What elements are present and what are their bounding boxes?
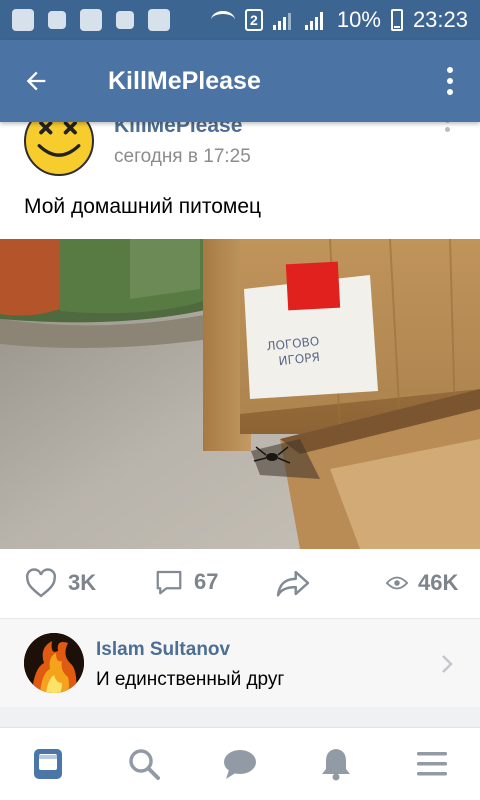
eye-icon [386,576,408,590]
back-arrow-icon [26,71,46,91]
signal-icon-2 [304,10,327,30]
notification-icon [12,9,34,31]
search-icon [129,749,160,780]
alert-icon [80,9,102,31]
news-icon [34,749,62,779]
heart-icon [25,568,57,598]
nav-news[interactable] [26,742,70,786]
comment-preview[interactable]: Islam Sultanov И единственный друг [0,619,480,707]
messages-icon [224,750,256,779]
sim-badge: 2 [244,9,263,31]
comment-text: И единственный друг [96,669,285,690]
image-icon [148,9,170,31]
like-count: 3K [68,570,97,595]
nav-messages[interactable] [218,742,262,786]
comment-icon [156,570,182,595]
back-button[interactable] [0,40,72,122]
post-actions: 3K 67 46K [0,556,480,612]
notifications-icon [322,749,350,781]
views: 46K [386,570,458,596]
status-system: 2 10% 23:23 [210,7,468,33]
nav-search[interactable] [122,742,166,786]
app-bar: KillMePlease [0,40,480,122]
dot-icon [447,78,453,84]
status-notifications [12,9,170,31]
nav-menu[interactable] [410,742,454,786]
section-gap [0,707,480,727]
nav-notifications[interactable] [314,742,358,786]
view-count: 46K [418,570,459,595]
commenter-avatar[interactable] [24,633,84,693]
bottom-navigation [0,727,480,800]
chevron-right-icon [442,655,453,673]
dot-icon [447,67,453,73]
app-icon [48,11,66,29]
cleaner-icon [116,11,134,29]
like-button[interactable]: 3K [24,568,96,598]
status-bar: 2 10% 23:23 [0,0,480,40]
share-icon [276,570,310,597]
comment-count: 67 [194,569,219,594]
post-text: Мой домашний питомец [24,195,262,218]
post-photo[interactable]: ЛОГОВО ИГОРЯ [0,239,480,549]
battery-percent: 10% [336,7,381,32]
post-time: сегодня в 17:25 [114,146,251,167]
comment-button[interactable]: 67 [154,568,218,596]
battery-icon [390,9,403,31]
dot-icon [444,127,450,132]
share-button[interactable] [274,568,312,598]
more-options-button[interactable] [420,40,480,122]
commenter-name[interactable]: Islam Sultanov [96,639,230,661]
page-title: KillMePlease [108,66,261,95]
menu-icon [417,752,447,776]
dot-icon [447,89,453,95]
clock: 23:23 [412,7,468,32]
signal-icon [272,10,295,30]
wifi-icon [210,11,235,29]
